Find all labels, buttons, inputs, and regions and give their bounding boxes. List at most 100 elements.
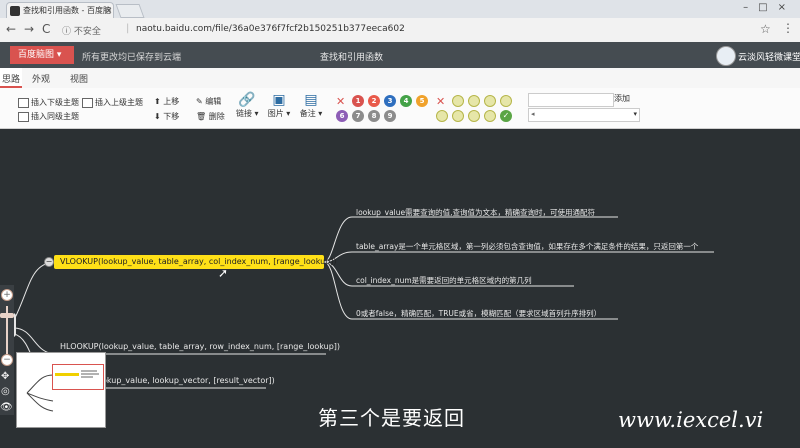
user-name[interactable]: 云淡风轻微课堂	[738, 50, 800, 63]
progress-2-icon[interactable]	[484, 95, 496, 107]
delete-label: 删除	[208, 112, 225, 121]
app-menu-button[interactable]: 百度脑图 ▾	[10, 46, 74, 64]
note-button[interactable]: ▤ 备注 ▾	[298, 92, 324, 119]
add-resource-button[interactable]: 添加	[614, 93, 630, 104]
edit-button[interactable]: ✎ 编辑	[196, 96, 221, 107]
browser-menu-icon[interactable]: ⋮	[782, 21, 794, 35]
progress-3-icon[interactable]	[500, 95, 512, 107]
favicon-icon	[10, 6, 20, 16]
app-header: 百度脑图 ▾ 所有更改均已保存到云端 查找和引用函数 云淡风轻微课堂	[0, 42, 800, 68]
move-down-button[interactable]: ⬇ 下移	[154, 111, 179, 122]
video-subtitle: 第三个是要返回	[318, 406, 465, 430]
locate-root-icon[interactable]: ◎	[1, 386, 10, 397]
minimap-viewport[interactable]	[52, 364, 104, 390]
image-icon: ▣	[272, 92, 286, 108]
trash-icon: 🗑	[196, 112, 209, 121]
zoom-in-icon[interactable]: +	[1, 289, 13, 301]
tab-view[interactable]: 视图	[70, 72, 88, 85]
document-title[interactable]: 查找和引用函数	[320, 50, 383, 63]
move-up-button[interactable]: ⬆ 上移	[154, 96, 179, 107]
priority-1-icon[interactable]: 1	[352, 95, 364, 107]
progress-1-icon[interactable]	[468, 95, 480, 107]
progress-done-icon[interactable]: ✓	[500, 110, 512, 122]
scroll-left-icon[interactable]: ◂	[531, 110, 535, 118]
reload-icon[interactable]: C	[42, 22, 50, 36]
save-status: 所有更改均已保存到云端	[82, 53, 182, 63]
security-indicator[interactable]: ⓘ 不安全	[62, 24, 101, 37]
image-label: 图片 ▾	[267, 109, 291, 118]
connector-hlookup	[13, 327, 57, 355]
move-canvas-icon[interactable]: ✥	[1, 371, 9, 382]
priority-8-icon[interactable]: 8	[368, 110, 380, 122]
priority-4-icon[interactable]: 4	[400, 95, 412, 107]
insert-parent-icon	[82, 97, 93, 108]
tab-idea[interactable]: 思路	[2, 72, 20, 85]
progress-0-icon[interactable]	[452, 95, 464, 107]
delete-button[interactable]: 🗑 删除	[196, 111, 225, 122]
back-icon[interactable]: ←	[6, 22, 16, 36]
priority-6-icon[interactable]: 6	[336, 110, 348, 122]
connector-arg4	[323, 261, 353, 320]
address-bar: ← → C ⓘ 不安全 | naotu.baidu.com/file/36a0e…	[0, 18, 800, 43]
link-label: 链接 ▾	[236, 109, 259, 118]
insert-parent-button[interactable]: 插入上级主题	[82, 97, 143, 108]
insert-sibling-icon	[18, 111, 29, 122]
insert-sibling-button[interactable]: 插入同级主题	[18, 111, 79, 122]
node-arg-range-lookup[interactable]: 0或者false，精确匹配，TRUE或省，模糊匹配（要求区域首列升序排列）	[356, 308, 601, 319]
avatar[interactable]	[716, 46, 736, 66]
edit-label: 编辑	[205, 97, 222, 106]
divider: |	[126, 23, 130, 34]
move-up-label: 上移	[163, 97, 180, 106]
priority-2-icon[interactable]: 2	[368, 95, 380, 107]
window-controls[interactable]: –□×	[743, 2, 796, 13]
priority-3-icon[interactable]: 3	[384, 95, 396, 107]
ribbon-tabs: 思路 外观 视图	[0, 68, 800, 89]
progress-7-icon[interactable]	[484, 110, 496, 122]
collapse-toggle[interactable]: −	[44, 257, 54, 267]
info-icon: ⓘ	[62, 27, 72, 37]
node-hlookup[interactable]: HLOOKUP(lookup_value, table_array, row_i…	[60, 342, 340, 351]
arrow-up-icon: ⬆	[154, 97, 164, 106]
priority-7-icon[interactable]: 7	[352, 110, 364, 122]
node-vlookup[interactable]: VLOOKUP(lookup_value, table_array, col_i…	[54, 255, 336, 269]
chevron-down-icon[interactable]: ▾	[633, 110, 637, 118]
resource-input[interactable]	[528, 93, 614, 107]
progress-6-icon[interactable]	[468, 110, 480, 122]
note-label: 备注 ▾	[299, 109, 323, 118]
link-icon: 🔗	[238, 92, 256, 108]
browser-tab[interactable]: 查找和引用函数 - 百度脑 ×	[6, 2, 114, 18]
new-tab-button[interactable]	[115, 4, 145, 18]
insert-child-label: 插入下级主题	[31, 98, 79, 107]
forward-icon[interactable]: →	[24, 22, 34, 36]
node-lookup[interactable]: okup_value, lookup_vector, [result_vecto…	[102, 376, 275, 385]
watermark: www.iexcel.vi	[618, 408, 764, 432]
tab-title: 查找和引用函数 - 百度脑	[23, 6, 111, 15]
insert-child-button[interactable]: 插入下级主题	[18, 97, 79, 108]
eye-icon[interactable]: 👁	[0, 402, 13, 413]
zoom-slider-thumb[interactable]	[0, 313, 14, 318]
node-arg-lookup-value[interactable]: lookup_value需要查询的值,查询值为文本，精确查询时，可使用通配符	[356, 207, 595, 218]
bookmark-star-icon[interactable]: ☆	[760, 22, 771, 36]
node-arg-table-array[interactable]: table_array是一个单元格区域，第一列必须包含查询值，如果存在多个满足条…	[356, 241, 698, 252]
insert-parent-label: 插入上级主题	[95, 98, 143, 107]
toolbar: 插入下级主题 插入上级主题 插入同级主题 ⬆ 上移 ⬇ 下移 ✎ 编辑 🗑 删除…	[0, 88, 800, 129]
priority-5-icon[interactable]: 5	[416, 95, 428, 107]
progress-clear-icon[interactable]: ✕	[436, 95, 445, 108]
progress-4-icon[interactable]	[436, 110, 448, 122]
image-button[interactable]: ▣ 图片 ▾	[266, 92, 292, 119]
priority-9-icon[interactable]: 9	[384, 110, 396, 122]
link-button[interactable]: 🔗 链接 ▾	[236, 92, 259, 119]
mindmap-connectors	[0, 216, 714, 389]
url-text[interactable]: naotu.baidu.com/file/36a0e376f7fcf2b1502…	[136, 24, 405, 34]
priority-clear-icon[interactable]: ✕	[336, 95, 345, 108]
close-tab-icon[interactable]: ×	[105, 3, 113, 18]
tab-appearance[interactable]: 外观	[32, 72, 50, 85]
insert-child-icon	[18, 97, 29, 108]
resource-select[interactable]: ◂ ▾	[528, 108, 640, 122]
progress-5-icon[interactable]	[452, 110, 464, 122]
mouse-cursor-icon: ➚	[218, 266, 229, 280]
pencil-icon: ✎	[196, 97, 206, 106]
zoom-out-icon[interactable]: −	[1, 354, 13, 366]
security-label: 不安全	[73, 27, 101, 37]
node-arg-col-index[interactable]: col_index_num是需要返回的单元格区域内的第几列	[356, 275, 532, 286]
